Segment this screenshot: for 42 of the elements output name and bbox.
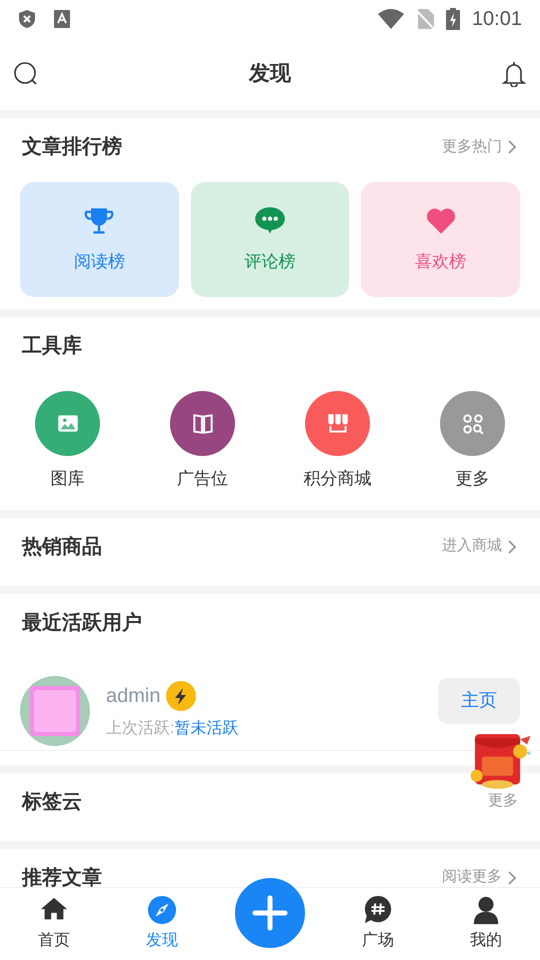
section-title: 推荐文章 [22, 866, 102, 888]
section-title: 最近活跃用户 [22, 610, 142, 636]
avatar [20, 676, 90, 746]
battery-charging-icon [446, 8, 460, 30]
ranking-card[interactable]: 喜欢榜 [361, 182, 520, 297]
user-name: admin [106, 684, 160, 708]
nav-tab[interactable]: 广场 [324, 888, 432, 960]
compass-icon [147, 895, 177, 925]
more-link[interactable]: 更多热门 [442, 136, 518, 158]
no-sim-icon [416, 9, 434, 29]
person-icon [471, 895, 501, 925]
chevron-right-icon [506, 870, 518, 886]
status-time: 10:01 [472, 7, 522, 32]
bell-icon[interactable] [502, 61, 526, 87]
tool-label[interactable]: 积分商城 [304, 466, 372, 492]
more-link[interactable]: 阅读更多 [442, 866, 518, 888]
chevron-right-icon [506, 139, 518, 155]
nav-tab[interactable]: 我的 [432, 888, 540, 960]
ranking-card[interactable]: 评论榜 [190, 182, 350, 297]
page-title: 发现 [249, 61, 291, 88]
section-title: 文章排行榜 [22, 134, 122, 160]
last-active-text: 上次活跃:暂未活跃 [106, 718, 240, 738]
hashtag-bubble-icon [363, 895, 393, 925]
ranking-card[interactable]: 阅读榜 [20, 182, 179, 297]
wifi-icon [378, 9, 404, 29]
section-title: 标签云 [22, 790, 82, 814]
keyboard-icon [54, 10, 70, 28]
shield-icon [18, 9, 36, 29]
section-title: 热销商品 [22, 534, 102, 560]
section-title: 工具库 [22, 334, 82, 359]
more-link[interactable]: 进入商城 [442, 535, 518, 558]
tool-label[interactable]: 图库 [50, 466, 84, 492]
more-link[interactable]: 更多 [488, 790, 518, 813]
homepage-button[interactable]: 主页 [438, 678, 520, 724]
chevron-right-icon [506, 538, 518, 554]
plus-icon [252, 895, 288, 931]
nav-tab[interactable]: 发现 [108, 888, 216, 960]
tool-label[interactable]: 广告位 [177, 466, 228, 492]
search-icon[interactable] [14, 62, 38, 86]
nav-tab[interactable]: 首页 [0, 888, 108, 960]
lightning-badge-icon [166, 680, 196, 710]
tool-label[interactable]: 更多 [456, 466, 490, 492]
